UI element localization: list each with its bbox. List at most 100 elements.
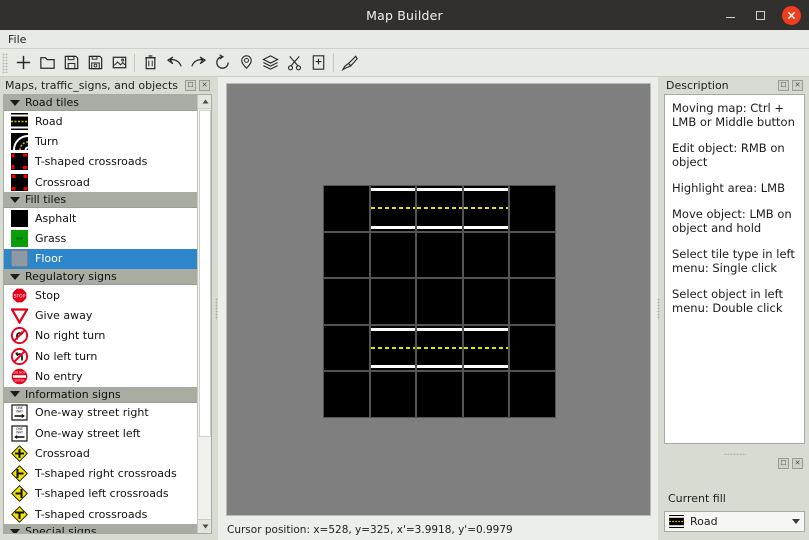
tree-scrollbar[interactable] <box>197 95 211 533</box>
tree-item-no-right-turn[interactable]: No right turn <box>4 325 198 346</box>
map-tile-road[interactable] <box>416 185 463 232</box>
road-edge-line <box>417 225 462 229</box>
tree-item-stop[interactable]: STOP Stop <box>4 285 198 306</box>
tree-item-t-shaped-right-crossroads[interactable]: T-shaped right crossroads <box>4 463 198 484</box>
current-fill-dropdown[interactable]: Road <box>664 511 805 532</box>
minimize-button[interactable] <box>722 7 738 23</box>
tree-item-no-left-turn[interactable]: No left turn <box>4 345 198 367</box>
map-tile-asphalt[interactable] <box>509 371 556 418</box>
map-tile-road[interactable] <box>462 185 509 232</box>
map-tile-road[interactable] <box>369 324 416 371</box>
svg-text:STOP: STOP <box>14 293 26 299</box>
map-pin-icon[interactable] <box>234 51 258 75</box>
save-icon[interactable] <box>59 51 83 75</box>
map-tile-asphalt[interactable] <box>369 278 416 325</box>
map-tile-asphalt[interactable] <box>323 185 370 232</box>
close-button[interactable] <box>782 5 801 25</box>
tree-item-label: Crossroad <box>35 446 90 460</box>
map-tile-asphalt[interactable] <box>509 231 556 278</box>
layers-icon[interactable] <box>258 51 282 75</box>
description-paragraph: Select object in left menu: Double click <box>672 287 783 315</box>
map-tile-road[interactable] <box>369 185 416 232</box>
left-dock-title-bar: Maps, traffic_signs, and objects ☐ ✕ <box>3 77 212 94</box>
undo-icon[interactable] <box>162 51 186 75</box>
map-tile-road[interactable] <box>462 324 509 371</box>
tree-item-t-shaped-left-crossroads[interactable]: T-shaped left crossroads <box>4 483 198 505</box>
tree-item-one-way-street-left[interactable]: ONE WAY One-way street left <box>4 422 198 444</box>
map-tile-asphalt[interactable] <box>462 371 509 418</box>
tree-group-fill-tiles[interactable]: Fill tiles <box>4 192 198 209</box>
map-tile-asphalt[interactable] <box>369 231 416 278</box>
rotate-refresh-icon[interactable] <box>210 51 234 75</box>
scrollbar-thumb[interactable] <box>199 110 211 437</box>
close-icon[interactable]: ✕ <box>792 458 803 469</box>
map-tile-asphalt[interactable] <box>462 278 509 325</box>
chevron-down-icon <box>10 391 20 398</box>
map-tile-asphalt[interactable] <box>323 324 370 371</box>
tree-item-give-away[interactable]: Give away <box>4 305 198 326</box>
tree-group-regulatory-signs[interactable]: Regulatory signs <box>4 269 198 286</box>
tree-item-label: Turn <box>35 134 59 148</box>
map-canvas[interactable] <box>226 83 651 516</box>
paint-brush-icon[interactable] <box>337 51 361 75</box>
map-tile-asphalt[interactable] <box>509 324 556 371</box>
menu-bar: File <box>0 30 809 49</box>
tree-group-road-tiles[interactable]: Road tiles <box>4 95 198 111</box>
add-tile-icon[interactable] <box>306 51 330 75</box>
scroll-down-icon[interactable] <box>198 519 211 533</box>
road-edge-line <box>370 327 415 331</box>
map-tile-asphalt[interactable] <box>323 231 370 278</box>
tree-item-turn[interactable]: Turn <box>4 131 198 152</box>
float-icon[interactable]: ☐ <box>185 80 196 91</box>
map-tile-asphalt[interactable] <box>462 231 509 278</box>
float-icon[interactable]: ☐ <box>778 80 789 91</box>
export-image-icon[interactable] <box>107 51 131 75</box>
tree-item-asphalt[interactable]: Asphalt <box>4 208 198 229</box>
status-bar: Cursor position: x=528, y=325, x'=3.9918… <box>218 520 658 540</box>
tree-item-t-shaped-crossroads-sign[interactable]: T-shaped crossroads <box>4 504 198 525</box>
tree-item-label: Road <box>35 114 63 128</box>
toolbar-separator <box>333 53 334 72</box>
float-icon[interactable]: ☐ <box>778 458 789 469</box>
tree-item-grass[interactable]: Grass <box>4 228 198 249</box>
road-edge-line <box>370 365 415 368</box>
t-left-crossroad-sign-icon <box>11 485 28 503</box>
tree-item-one-way-street-right[interactable]: ONE WAY One-way street right <box>4 402 198 423</box>
map-tile-asphalt[interactable] <box>509 278 556 325</box>
tree-item-road[interactable]: Road <box>4 111 198 132</box>
tree-item-crossroad[interactable]: Crossroad <box>4 171 198 193</box>
tree-group-label: Road tiles <box>25 96 80 109</box>
map-tile-asphalt[interactable] <box>323 278 370 325</box>
road-tile-icon <box>11 112 28 130</box>
close-icon[interactable]: ✕ <box>792 80 803 91</box>
maximize-button[interactable] <box>752 7 768 23</box>
menu-item-file[interactable]: File <box>0 32 34 47</box>
map-tile-asphalt[interactable] <box>509 185 556 232</box>
scissors-cut-icon[interactable] <box>282 51 306 75</box>
save-as-icon[interactable] <box>83 51 107 75</box>
map-tile-road[interactable] <box>416 324 463 371</box>
grass-tile-icon <box>11 230 28 248</box>
close-icon[interactable]: ✕ <box>199 80 210 91</box>
svg-text:ENTER: ENTER <box>15 379 25 383</box>
tree-group-special-signs[interactable]: Special signs <box>4 524 198 533</box>
tree-item-t-shaped-crossroads[interactable]: T-shaped crossroads <box>4 151 198 172</box>
map-tile-asphalt[interactable] <box>416 231 463 278</box>
tree-item-crossroad-sign[interactable]: Crossroad <box>4 443 198 464</box>
scroll-up-icon[interactable] <box>198 95 211 109</box>
toolbar-grip[interactable] <box>2 52 8 73</box>
title-bar: Map Builder <box>0 0 809 30</box>
tree-item-floor[interactable]: Floor <box>4 248 198 270</box>
road-edge-line <box>370 225 415 229</box>
map-tile-asphalt[interactable] <box>416 371 463 418</box>
new-map-icon[interactable] <box>11 51 35 75</box>
map-tile-asphalt[interactable] <box>416 278 463 325</box>
tree-item-no-entry[interactable]: DO NOT ENTER No entry <box>4 366 198 387</box>
tree-group-information-signs[interactable]: Information signs <box>4 386 198 403</box>
redo-icon[interactable] <box>186 51 210 75</box>
open-folder-icon[interactable] <box>35 51 59 75</box>
delete-trash-icon[interactable] <box>138 51 162 75</box>
map-tile-asphalt[interactable] <box>369 371 416 418</box>
map-tile-asphalt[interactable] <box>323 371 370 418</box>
tree-group-label: Fill tiles <box>25 193 67 207</box>
